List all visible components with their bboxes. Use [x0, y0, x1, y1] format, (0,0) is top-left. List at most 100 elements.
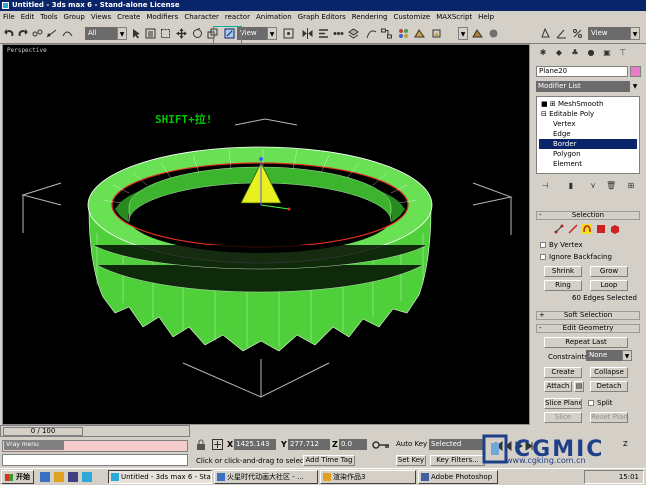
render-last-icon[interactable]	[472, 28, 483, 39]
menu-file[interactable]: File	[0, 11, 18, 23]
stack-item-element[interactable]: Element	[539, 159, 637, 169]
perspective-viewport[interactable]: Perspective SHIFT+拉!	[2, 44, 530, 425]
stack-item-meshsmooth[interactable]: ■ ⊞ MeshSmooth	[539, 99, 637, 109]
create-button[interactable]: Create	[544, 367, 582, 378]
stack-item-editable-poly[interactable]: ⊟ Editable Poly	[539, 109, 637, 119]
menu-group[interactable]: Group	[61, 11, 88, 23]
undo-icon[interactable]	[4, 28, 15, 39]
add-time-tag-button[interactable]: Add Time Tag	[303, 455, 355, 466]
modify-tab-icon[interactable]: ◆	[554, 48, 564, 58]
key-selection-dropdown[interactable]: Selected	[429, 439, 483, 450]
curve-editor-icon[interactable]	[366, 28, 377, 39]
remove-modifier-icon[interactable]: 🗑	[606, 181, 616, 192]
vray-menu-hint[interactable]: Vray menu	[4, 440, 64, 450]
soft-selection-rollout[interactable]: + Soft Selection	[536, 311, 640, 320]
spacing-tool-icon[interactable]	[333, 28, 344, 39]
element-mode-icon[interactable]	[610, 224, 620, 234]
edge-mode-icon[interactable]	[568, 224, 578, 234]
menu-help[interactable]: Help	[475, 11, 497, 23]
task-render[interactable]: 渲染作品3	[320, 470, 416, 484]
task-browser[interactable]: 火星时代动画大社区 - ...	[214, 470, 318, 484]
key-filters-button[interactable]: Key Filters...	[430, 455, 485, 466]
select-object-icon[interactable]	[131, 28, 142, 39]
time-slider-track[interactable]: 0 / 100	[0, 425, 190, 437]
selection-filter-dropdown[interactable]: All ▼	[85, 27, 127, 40]
task-3dsmax[interactable]: Untitled - 3ds max 6 - Sta...	[108, 470, 212, 484]
by-vertex-checkbox[interactable]: By Vertex	[540, 240, 583, 250]
menu-create[interactable]: Create	[114, 11, 143, 23]
pivot-center-icon[interactable]	[283, 28, 294, 39]
menu-edit[interactable]: Edit	[18, 11, 38, 23]
display-tab-icon[interactable]: ▣	[602, 48, 612, 58]
quick-launch-folder-icon[interactable]	[54, 472, 64, 482]
detach-button[interactable]: Detach	[590, 381, 628, 392]
percent-snap-icon[interactable]	[572, 28, 583, 39]
select-by-name-icon[interactable]	[145, 28, 156, 39]
redo-icon[interactable]	[17, 28, 28, 39]
auto-key-label[interactable]: Auto Key	[396, 440, 427, 448]
motion-tab-icon[interactable]: ●	[586, 48, 596, 58]
menu-reactor[interactable]: reactor	[222, 11, 253, 23]
reference-coord-dropdown[interactable]: View ▼	[237, 27, 277, 40]
menu-views[interactable]: Views	[88, 11, 114, 23]
menu-rendering[interactable]: Rendering	[349, 11, 391, 23]
quick-launch-desktop-icon[interactable]	[68, 472, 78, 482]
object-color-swatch[interactable]	[630, 66, 641, 77]
schematic-view-icon[interactable]	[381, 28, 392, 39]
activeshade-icon[interactable]	[488, 28, 499, 39]
constraints-dropdown[interactable]: None ▼	[586, 350, 632, 361]
viewport-label[interactable]: Perspective	[7, 47, 47, 54]
rotate-icon[interactable]	[192, 28, 203, 39]
quick-render-icon[interactable]	[431, 28, 442, 39]
z-coordinate-field[interactable]: 0.0	[339, 439, 367, 450]
snap-toggle-icon[interactable]	[540, 28, 551, 39]
select-link-icon[interactable]	[32, 28, 43, 39]
border-mode-icon[interactable]	[582, 224, 592, 234]
polygon-mode-icon[interactable]	[596, 224, 606, 234]
start-button[interactable]: 开始	[1, 470, 34, 484]
loop-button[interactable]: Loop	[590, 280, 628, 291]
unlink-icon[interactable]	[46, 28, 57, 39]
create-tab-icon[interactable]: ✱	[538, 48, 548, 58]
named-selection-dropdown[interactable]: View ▼	[588, 27, 640, 40]
y-coordinate-field[interactable]: 277.712	[288, 439, 330, 450]
make-unique-icon[interactable]: ⋎	[588, 181, 598, 192]
set-key-button[interactable]: Set Key	[396, 455, 426, 466]
absolute-mode-icon[interactable]	[212, 439, 223, 450]
menu-modifiers[interactable]: Modifiers	[143, 11, 181, 23]
stack-item-vertex[interactable]: Vertex	[539, 119, 637, 129]
move-icon[interactable]	[176, 28, 187, 39]
grow-button[interactable]: Grow	[590, 266, 628, 277]
menu-customize[interactable]: Customize	[390, 11, 433, 23]
bind-spacewarp-icon[interactable]	[62, 28, 73, 39]
render-type-dropdown[interactable]: ▼	[446, 27, 468, 40]
menu-maxscript[interactable]: MAXScript	[433, 11, 475, 23]
stack-item-border[interactable]: Border	[539, 139, 637, 149]
modifier-list-dropdown[interactable]: Modifier List ▼	[536, 81, 640, 92]
system-clock[interactable]: 15:01	[584, 470, 644, 484]
lock-selection-icon[interactable]	[196, 439, 206, 451]
configure-sets-icon[interactable]: ⊞	[626, 181, 636, 192]
mirror-icon[interactable]	[302, 28, 313, 39]
selection-rollout[interactable]: - Selection	[536, 211, 640, 220]
x-coordinate-field[interactable]: 1425.143	[234, 439, 276, 450]
maxscript-output-mini[interactable]	[2, 454, 188, 466]
render-scene-icon[interactable]	[414, 28, 425, 39]
object-name-field[interactable]: Plane20	[536, 66, 628, 77]
task-photoshop[interactable]: Adobe Photoshop	[418, 470, 498, 484]
align-icon[interactable]	[318, 28, 329, 39]
layer-manager-icon[interactable]	[348, 28, 359, 39]
stack-item-edge[interactable]: Edge	[539, 129, 637, 139]
region-select-icon[interactable]	[160, 28, 171, 39]
menu-character[interactable]: Character	[181, 11, 222, 23]
hierarchy-tab-icon[interactable]: ♣	[570, 48, 580, 58]
slice-plane-button[interactable]: Slice Plane	[544, 398, 582, 409]
menu-animation[interactable]: Animation	[253, 11, 295, 23]
edit-geometry-rollout[interactable]: - Edit Geometry	[536, 324, 640, 333]
collapse-button[interactable]: Collapse	[590, 367, 628, 378]
material-editor-icon[interactable]	[398, 28, 409, 39]
ignore-backfacing-checkbox[interactable]: Ignore Backfacing	[540, 252, 612, 262]
menu-graph-editors[interactable]: Graph Editors	[295, 11, 349, 23]
split-checkbox[interactable]: Split	[588, 398, 613, 408]
quick-launch-ie-icon[interactable]	[40, 472, 50, 482]
